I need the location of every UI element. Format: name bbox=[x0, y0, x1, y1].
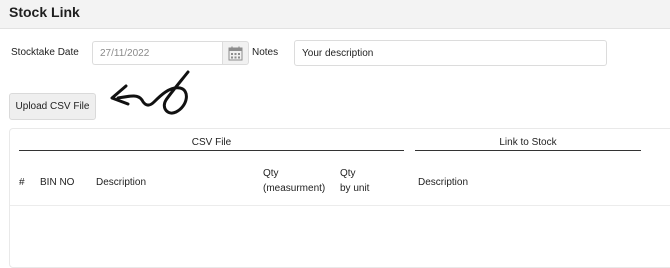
column-header-bin-no: BIN NO bbox=[40, 177, 75, 188]
column-header-qty-measurement: Qty (measurment) bbox=[263, 168, 326, 194]
table-header-divider bbox=[10, 205, 670, 206]
stocktake-date-label: Stocktake Date bbox=[11, 47, 79, 58]
csv-file-group-header: CSV File bbox=[191, 137, 232, 148]
notes-input[interactable] bbox=[294, 40, 607, 66]
page-title: Stock Link bbox=[9, 4, 80, 20]
upload-csv-button[interactable]: Upload CSV File bbox=[9, 93, 96, 120]
column-header-description: Description bbox=[96, 177, 147, 188]
top-bar: Stock Link bbox=[0, 0, 670, 29]
hand-drawn-arrow bbox=[110, 70, 190, 115]
link-to-stock-group-divider bbox=[415, 150, 641, 151]
calendar-button[interactable] bbox=[222, 41, 249, 65]
stocktake-date-input[interactable] bbox=[92, 41, 222, 65]
stock-link-table bbox=[9, 128, 670, 268]
notes-label: Notes bbox=[252, 47, 279, 58]
csv-file-group-divider bbox=[19, 150, 404, 151]
column-header-index: # bbox=[19, 177, 25, 188]
link-to-stock-group-header: Link to Stock bbox=[499, 137, 557, 148]
calendar-icon bbox=[228, 46, 243, 60]
column-header-link-description: Description bbox=[418, 177, 469, 188]
column-header-qty-by-unit: Qty by unit bbox=[340, 168, 370, 194]
